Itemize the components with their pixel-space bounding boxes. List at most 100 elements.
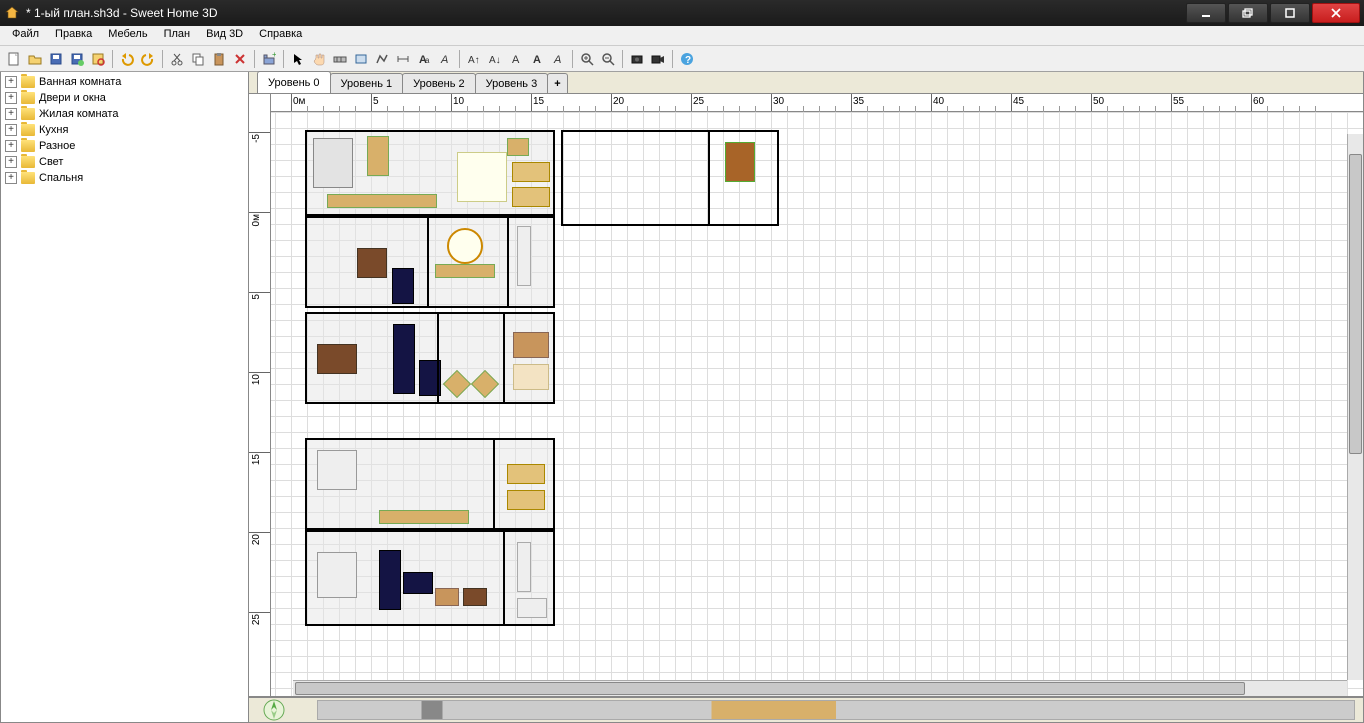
close-button[interactable] xyxy=(1312,3,1360,23)
furniture[interactable] xyxy=(471,370,499,398)
furniture[interactable] xyxy=(403,572,433,594)
zoom-out-icon[interactable] xyxy=(598,49,618,69)
expand-icon[interactable]: + xyxy=(5,124,17,136)
furniture[interactable] xyxy=(317,552,357,598)
furniture[interactable] xyxy=(379,510,469,524)
horizontal-scrollbar[interactable] xyxy=(293,680,1347,696)
text-italic-icon[interactable]: A xyxy=(548,49,568,69)
restore-button[interactable] xyxy=(1228,3,1268,23)
catalog-item[interactable]: +Жилая комната xyxy=(3,106,246,122)
room[interactable] xyxy=(305,438,555,530)
maximize-button[interactable] xyxy=(1270,3,1310,23)
furniture[interactable] xyxy=(317,344,357,374)
redo-icon[interactable] xyxy=(138,49,158,69)
furniture[interactable] xyxy=(463,588,487,606)
new-file-icon[interactable] xyxy=(4,49,24,69)
furniture[interactable] xyxy=(443,370,471,398)
save-as-icon[interactable] xyxy=(67,49,87,69)
furniture[interactable] xyxy=(435,264,495,278)
delete-icon[interactable] xyxy=(230,49,250,69)
furniture[interactable] xyxy=(507,490,545,510)
label-icon[interactable]: A xyxy=(435,49,455,69)
video-icon[interactable] xyxy=(648,49,668,69)
add-furniture-icon[interactable]: + xyxy=(259,49,279,69)
menu-help[interactable]: Справка xyxy=(251,26,310,45)
furniture[interactable] xyxy=(507,464,545,484)
tab-add-level[interactable]: + xyxy=(547,73,567,93)
tab-level-1[interactable]: Уровень 1 xyxy=(330,73,404,93)
room[interactable] xyxy=(561,130,779,226)
furniture[interactable] xyxy=(393,324,415,394)
polyline-icon[interactable] xyxy=(372,49,392,69)
furniture[interactable] xyxy=(457,152,507,202)
furniture[interactable] xyxy=(513,364,549,390)
level-up-icon[interactable]: A↑ xyxy=(464,49,484,69)
catalog-item[interactable]: +Кухня xyxy=(3,122,246,138)
room[interactable] xyxy=(305,312,555,404)
furniture[interactable] xyxy=(327,194,437,208)
dimension-icon[interactable] xyxy=(393,49,413,69)
catalog-item[interactable]: +Ванная комната xyxy=(3,74,246,90)
paste-icon[interactable] xyxy=(209,49,229,69)
help-icon[interactable]: ? xyxy=(677,49,697,69)
furniture[interactable] xyxy=(512,187,550,207)
expand-icon[interactable]: + xyxy=(5,76,17,88)
menu-file[interactable]: Файл xyxy=(4,26,47,45)
3d-view-pane[interactable] xyxy=(249,696,1363,722)
text-bold-icon[interactable]: A xyxy=(527,49,547,69)
room[interactable] xyxy=(305,130,555,216)
expand-icon[interactable]: + xyxy=(5,156,17,168)
room[interactable] xyxy=(305,530,555,626)
zoom-in-icon[interactable] xyxy=(577,49,597,69)
furniture[interactable] xyxy=(517,226,531,286)
menu-furniture[interactable]: Мебель xyxy=(100,26,155,45)
furniture[interactable] xyxy=(447,228,483,264)
catalog-item[interactable]: +Двери и окна xyxy=(3,90,246,106)
room-icon[interactable] xyxy=(351,49,371,69)
room[interactable] xyxy=(305,216,555,308)
catalog-item[interactable]: +Спальня xyxy=(3,170,246,186)
compass-icon[interactable] xyxy=(257,699,297,721)
pan-icon[interactable] xyxy=(309,49,329,69)
furniture[interactable] xyxy=(512,162,550,182)
scrollbar-thumb[interactable] xyxy=(1349,154,1362,454)
text-icon[interactable]: Aa xyxy=(414,49,434,69)
preferences-icon[interactable] xyxy=(88,49,108,69)
plan-canvas[interactable]: 0м51015202530354045505560 xyxy=(271,94,1363,696)
furniture[interactable] xyxy=(379,550,401,610)
tab-level-3[interactable]: Уровень 3 xyxy=(475,73,549,93)
menu-edit[interactable]: Правка xyxy=(47,26,100,45)
open-icon[interactable] xyxy=(25,49,45,69)
furniture[interactable] xyxy=(357,248,387,278)
furniture[interactable] xyxy=(435,588,459,606)
expand-icon[interactable]: + xyxy=(5,172,17,184)
save-icon[interactable] xyxy=(46,49,66,69)
tab-level-0[interactable]: Уровень 0 xyxy=(257,71,331,93)
furniture-catalog[interactable]: +Ванная комната +Двери и окна +Жилая ком… xyxy=(0,72,249,723)
photo-icon[interactable] xyxy=(627,49,647,69)
vertical-scrollbar[interactable] xyxy=(1347,134,1363,680)
furniture[interactable] xyxy=(513,332,549,358)
furniture[interactable] xyxy=(517,598,547,618)
expand-icon[interactable]: + xyxy=(5,92,17,104)
tab-level-2[interactable]: Уровень 2 xyxy=(402,73,476,93)
scrollbar-thumb[interactable] xyxy=(295,682,1245,695)
expand-icon[interactable]: + xyxy=(5,140,17,152)
copy-icon[interactable] xyxy=(188,49,208,69)
furniture[interactable] xyxy=(725,142,755,182)
text-style-icon[interactable]: A xyxy=(506,49,526,69)
furniture[interactable] xyxy=(317,450,357,490)
furniture[interactable] xyxy=(507,138,529,156)
minimize-button[interactable] xyxy=(1186,3,1226,23)
select-icon[interactable] xyxy=(288,49,308,69)
menu-view3d[interactable]: Вид 3D xyxy=(198,26,251,45)
furniture[interactable] xyxy=(313,138,353,188)
undo-icon[interactable] xyxy=(117,49,137,69)
furniture[interactable] xyxy=(367,136,389,176)
wall-icon[interactable] xyxy=(330,49,350,69)
cut-icon[interactable] xyxy=(167,49,187,69)
level-down-icon[interactable]: A↓ xyxy=(485,49,505,69)
furniture[interactable] xyxy=(392,268,414,304)
expand-icon[interactable]: + xyxy=(5,108,17,120)
furniture[interactable] xyxy=(517,542,531,592)
